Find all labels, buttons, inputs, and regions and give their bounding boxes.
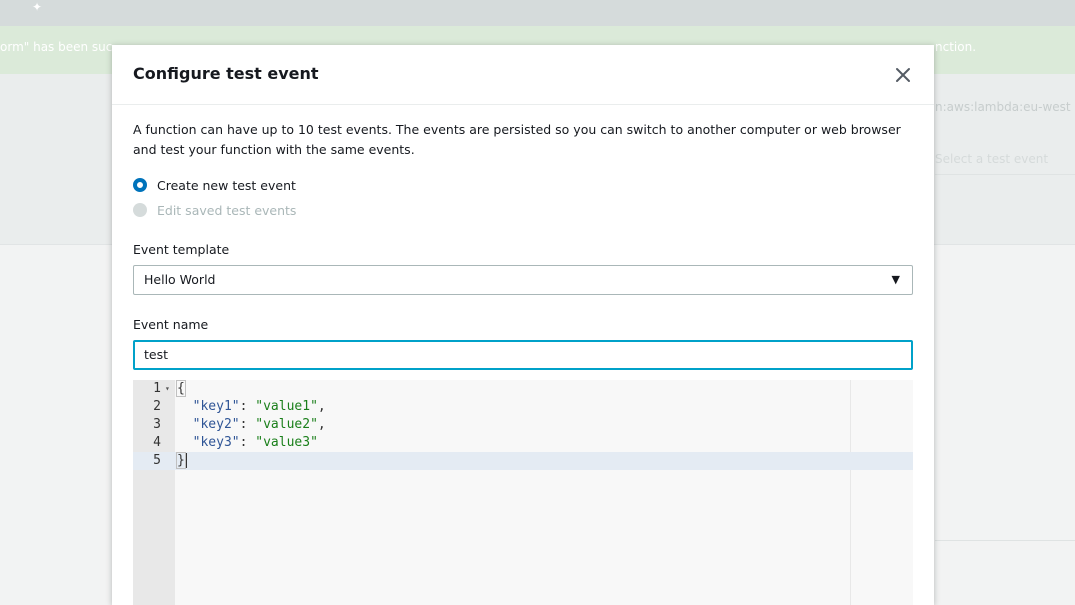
- divider: [935, 540, 1075, 541]
- line-number: 1: [153, 381, 161, 396]
- close-button[interactable]: [892, 64, 914, 86]
- modal-header: Configure test event: [112, 45, 934, 105]
- event-name-value: test: [144, 347, 169, 362]
- configure-test-event-modal: Configure test event A function can have…: [112, 45, 934, 605]
- banner-text-left: orm" has been suc: [0, 40, 113, 54]
- code-text: {: [176, 380, 186, 397]
- line-number: 5: [153, 453, 161, 468]
- radio-create-new[interactable]: Create new test event: [133, 176, 296, 194]
- code-text: "key2": "value2",: [192, 417, 326, 432]
- event-name-label: Event name: [133, 317, 209, 332]
- code-line[interactable]: 4 "key3": "value3": [133, 434, 913, 452]
- event-template-label: Event template: [133, 242, 230, 257]
- caret-down-icon: ▼: [891, 273, 900, 286]
- radio-selected-icon[interactable]: [133, 178, 147, 192]
- code-line[interactable]: 3 "key2": "value2",: [133, 416, 913, 434]
- radio-label: Edit saved test events: [157, 202, 297, 218]
- modal-title: Configure test event: [133, 64, 319, 83]
- test-event-select[interactable]: Select a test event: [935, 152, 1048, 166]
- function-arn: n:aws:lambda:eu-west: [935, 100, 1071, 114]
- code-line-active[interactable]: 5 }: [133, 452, 913, 470]
- event-template-value: Hello World: [144, 272, 216, 287]
- radio-edit-saved[interactable]: Edit saved test events: [133, 201, 296, 219]
- event-template-select[interactable]: Hello World ▼: [133, 265, 913, 295]
- code-line[interactable]: 1 ▾ {: [133, 380, 913, 398]
- line-number: 3: [153, 417, 161, 432]
- modal-description: A function can have up to 10 test events…: [133, 122, 901, 157]
- line-number: 4: [153, 435, 161, 450]
- line-number: 2: [153, 399, 161, 414]
- code-line[interactable]: 2 "key1": "value1",: [133, 398, 913, 416]
- json-editor[interactable]: 1 ▾ { 2 "key1": "value1", 3 "key2": "val…: [133, 380, 913, 605]
- code-text: "key3": "value3": [192, 435, 318, 450]
- fold-arrow-icon[interactable]: ▾: [165, 380, 170, 398]
- divider: [935, 174, 1075, 175]
- pin-icon[interactable]: ✦: [32, 0, 42, 14]
- top-bar: ✦: [0, 0, 1075, 26]
- close-icon: [896, 68, 910, 82]
- radio-label: Create new test event: [157, 177, 296, 193]
- text-cursor: [185, 453, 187, 468]
- banner-text-right: nction.: [935, 40, 977, 54]
- code-text: }: [176, 452, 187, 469]
- event-name-input[interactable]: test: [133, 340, 913, 370]
- radio-disabled-icon[interactable]: [133, 203, 147, 217]
- code-text: "key1": "value1",: [192, 399, 326, 414]
